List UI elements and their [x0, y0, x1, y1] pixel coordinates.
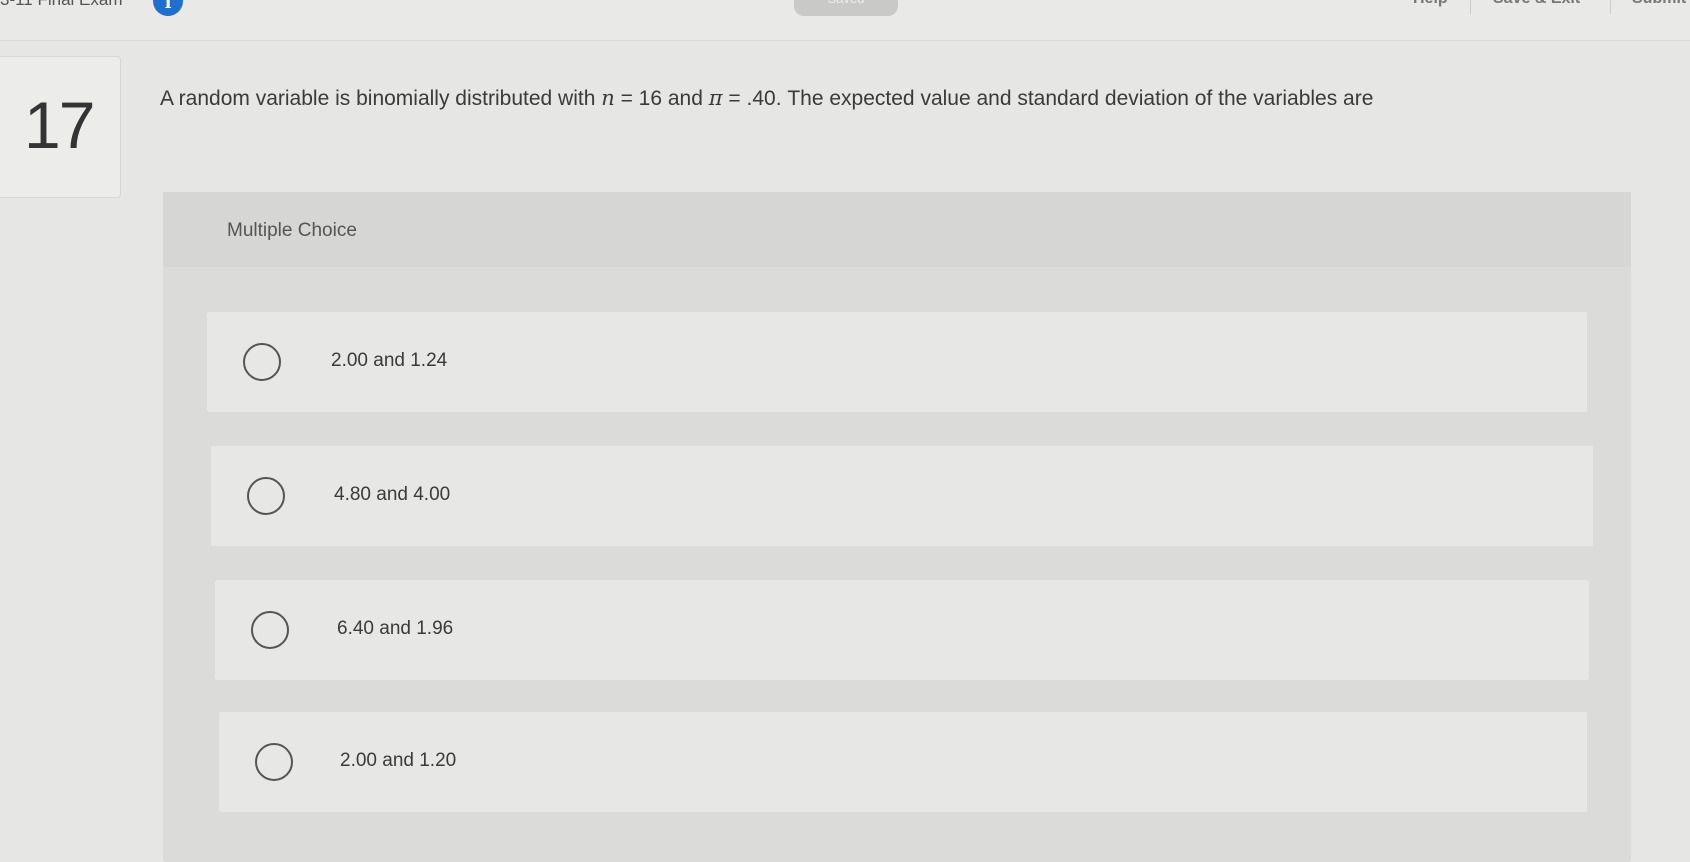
choice-label: 6.40 and 1.96	[337, 618, 454, 639]
divider	[1470, 0, 1471, 14]
pi-symbol: π	[708, 86, 723, 110]
exam-title: 3-11 Final Exam	[0, 0, 123, 10]
choice-option[interactable]: 2.00 and 1.24	[207, 312, 1587, 412]
choice-label: 2.00 and 1.24	[331, 350, 448, 371]
info-icon[interactable]: i	[153, 0, 183, 16]
question-number: 17	[24, 88, 95, 162]
question-text-part: = .40. The expected value and standard d…	[722, 87, 1374, 110]
save-exit-link[interactable]: Save & Exit	[1493, 0, 1580, 8]
radio-button[interactable]	[247, 477, 285, 515]
help-link[interactable]: Help	[1413, 0, 1448, 8]
radio-button[interactable]	[255, 743, 293, 781]
choice-option[interactable]: 4.80 and 4.00	[211, 446, 1593, 546]
question-text-part: = 16 and	[614, 87, 709, 110]
choice-label: 4.80 and 4.00	[334, 484, 451, 505]
multiple-choice-label: Multiple Choice	[227, 220, 357, 241]
radio-button[interactable]	[251, 611, 289, 649]
saved-status: Saved	[794, 0, 898, 16]
divider	[1610, 0, 1611, 14]
choice-option[interactable]: 2.00 and 1.20	[219, 712, 1587, 812]
multiple-choice-panel: Multiple Choice 2.00 and 1.24 4.80 and 4…	[163, 192, 1631, 862]
multiple-choice-header: Multiple Choice	[163, 192, 1631, 267]
radio-button[interactable]	[243, 343, 281, 381]
question-text-part: A random variable is binomially distribu…	[160, 87, 602, 110]
choice-label: 2.00 and 1.20	[340, 750, 457, 771]
top-bar: 3-11 Final Exam i Saved Help Save & Exit…	[0, 0, 1690, 41]
submit-link[interactable]: Submit	[1632, 0, 1686, 8]
n-symbol: n	[601, 86, 615, 110]
question-text: A random variable is binomially distribu…	[160, 86, 1373, 111]
choice-option[interactable]: 6.40 and 1.96	[215, 580, 1589, 680]
